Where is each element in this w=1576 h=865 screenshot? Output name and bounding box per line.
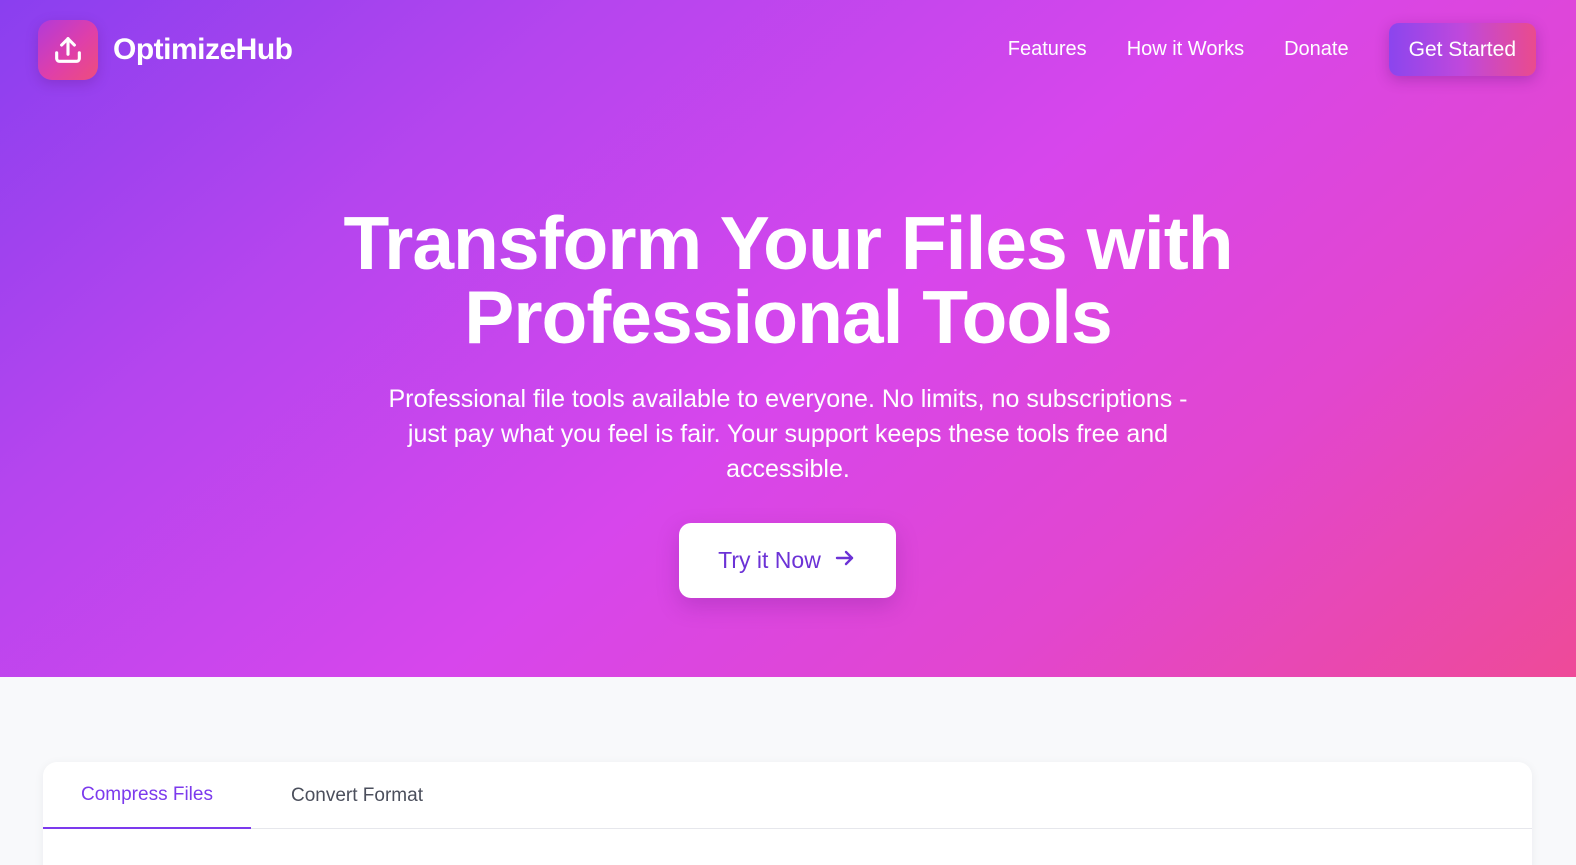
hero-section: OptimizeHub Features How it Works Donate… xyxy=(0,0,1576,677)
brand-logo-link[interactable]: OptimizeHub xyxy=(38,20,293,80)
hero-title-line-2: Professional Tools xyxy=(464,275,1112,359)
nav-link-how-it-works[interactable]: How it Works xyxy=(1127,38,1244,61)
main-nav: Features How it Works Donate Get Started xyxy=(1008,23,1536,76)
try-it-now-label: Try it Now xyxy=(718,547,821,573)
upload-icon xyxy=(38,20,98,80)
tab-convert-format[interactable]: Convert Format xyxy=(251,762,463,829)
hero-subtitle: Professional file tools available to eve… xyxy=(388,385,1188,483)
page: OptimizeHub Features How it Works Donate… xyxy=(0,0,1576,865)
nav-link-features[interactable]: Features xyxy=(1008,38,1087,61)
tab-compress-files[interactable]: Compress Files xyxy=(43,762,251,829)
arrow-right-icon xyxy=(833,546,857,576)
hero-title: Transform Your Files with Professional T… xyxy=(188,201,1388,359)
get-started-button[interactable]: Get Started xyxy=(1388,23,1536,76)
brand-name: OptimizeHub xyxy=(113,33,293,66)
try-it-now-button[interactable]: Try it Now xyxy=(679,523,896,598)
nav-link-donate[interactable]: Donate xyxy=(1284,38,1349,61)
tool-tabs: Compress Files Convert Format xyxy=(43,762,1532,829)
tools-card: Compress Files Convert Format xyxy=(43,762,1532,865)
hero-title-line-1: Transform Your Files with xyxy=(343,201,1233,285)
